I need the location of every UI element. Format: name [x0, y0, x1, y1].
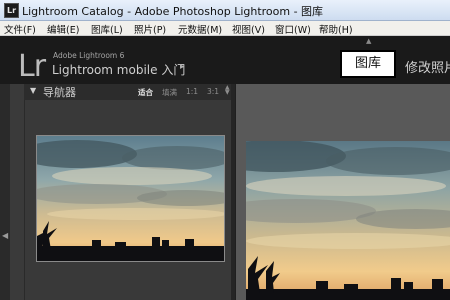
menu-edit[interactable]: 编辑(E) [47, 22, 79, 36]
menu-window[interactable]: 窗口(W) [275, 22, 311, 36]
menu-photo[interactable]: 照片(P) [134, 22, 166, 36]
left-panel-toggle-strip[interactable]: ◀ [0, 84, 10, 300]
lightroom-logo: Lr [18, 49, 46, 84]
menu-file[interactable]: 文件(F) [4, 22, 36, 36]
lightroom-mobile-link[interactable]: Lightroom mobile 入门 [52, 61, 185, 78]
navigator-title: 导航器 [43, 86, 76, 99]
collapse-top-panel-icon[interactable]: ▲ [366, 37, 371, 45]
zoom-options-stepper-icon[interactable]: ▲ ▼ [225, 85, 230, 96]
module-library-tab[interactable]: 图库 [340, 50, 396, 78]
zoom-fill-option[interactable]: 填满 [162, 87, 177, 98]
collapse-left-panel-icon[interactable]: ◀ [2, 231, 8, 240]
zoom-fit-option[interactable]: 适合 [138, 87, 153, 98]
module-develop-tab[interactable]: 修改照片 [405, 57, 450, 76]
panel-scroll-rail[interactable] [231, 84, 235, 300]
zoom-1-1-option[interactable]: 1:1 [186, 87, 198, 96]
product-name: Adobe Lightroom 6 [53, 51, 125, 60]
menu-bar: 文件(F) 编辑(E) 图库(L) 照片(P) 元数据(M) 视图(V) 窗口(… [0, 21, 450, 36]
menu-view[interactable]: 视图(V) [232, 22, 265, 36]
sky-photo-thumbnail [37, 136, 224, 261]
zoom-3-1-option[interactable]: 3:1 [207, 87, 219, 96]
play-arrow-icon[interactable]: ▸ [180, 62, 185, 72]
lightroom-app-icon: Lr [4, 3, 19, 18]
collapse-triangle-icon[interactable]: ▼ [30, 86, 36, 95]
main-photo[interactable] [246, 141, 450, 300]
window-title: Lightroom Catalog - Adobe Photoshop Ligh… [22, 5, 324, 18]
menu-help[interactable]: 帮助(H) [319, 22, 353, 36]
menu-metadata[interactable]: 元数据(M) [178, 22, 222, 36]
navigator-preview-image[interactable] [36, 135, 225, 262]
menu-library[interactable]: 图库(L) [91, 22, 123, 36]
window-title-bar: Lr Lightroom Catalog - Adobe Photoshop L… [0, 0, 450, 21]
sky-photo-large [246, 141, 450, 300]
